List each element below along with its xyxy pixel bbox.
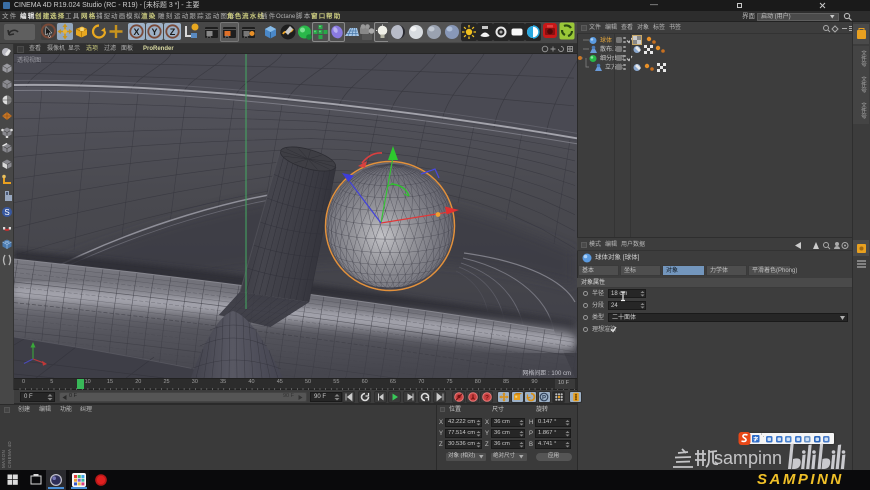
svg-text:X: X bbox=[133, 27, 139, 37]
svg-text:P: P bbox=[542, 396, 546, 402]
svg-text:Y: Y bbox=[151, 27, 157, 37]
svg-text:Z: Z bbox=[170, 27, 176, 37]
svg-text:网格间距 : 100 cm: 网格间距 : 100 cm bbox=[522, 369, 571, 377]
svg-text:?: ? bbox=[485, 395, 489, 402]
svg-text:S: S bbox=[4, 208, 9, 217]
